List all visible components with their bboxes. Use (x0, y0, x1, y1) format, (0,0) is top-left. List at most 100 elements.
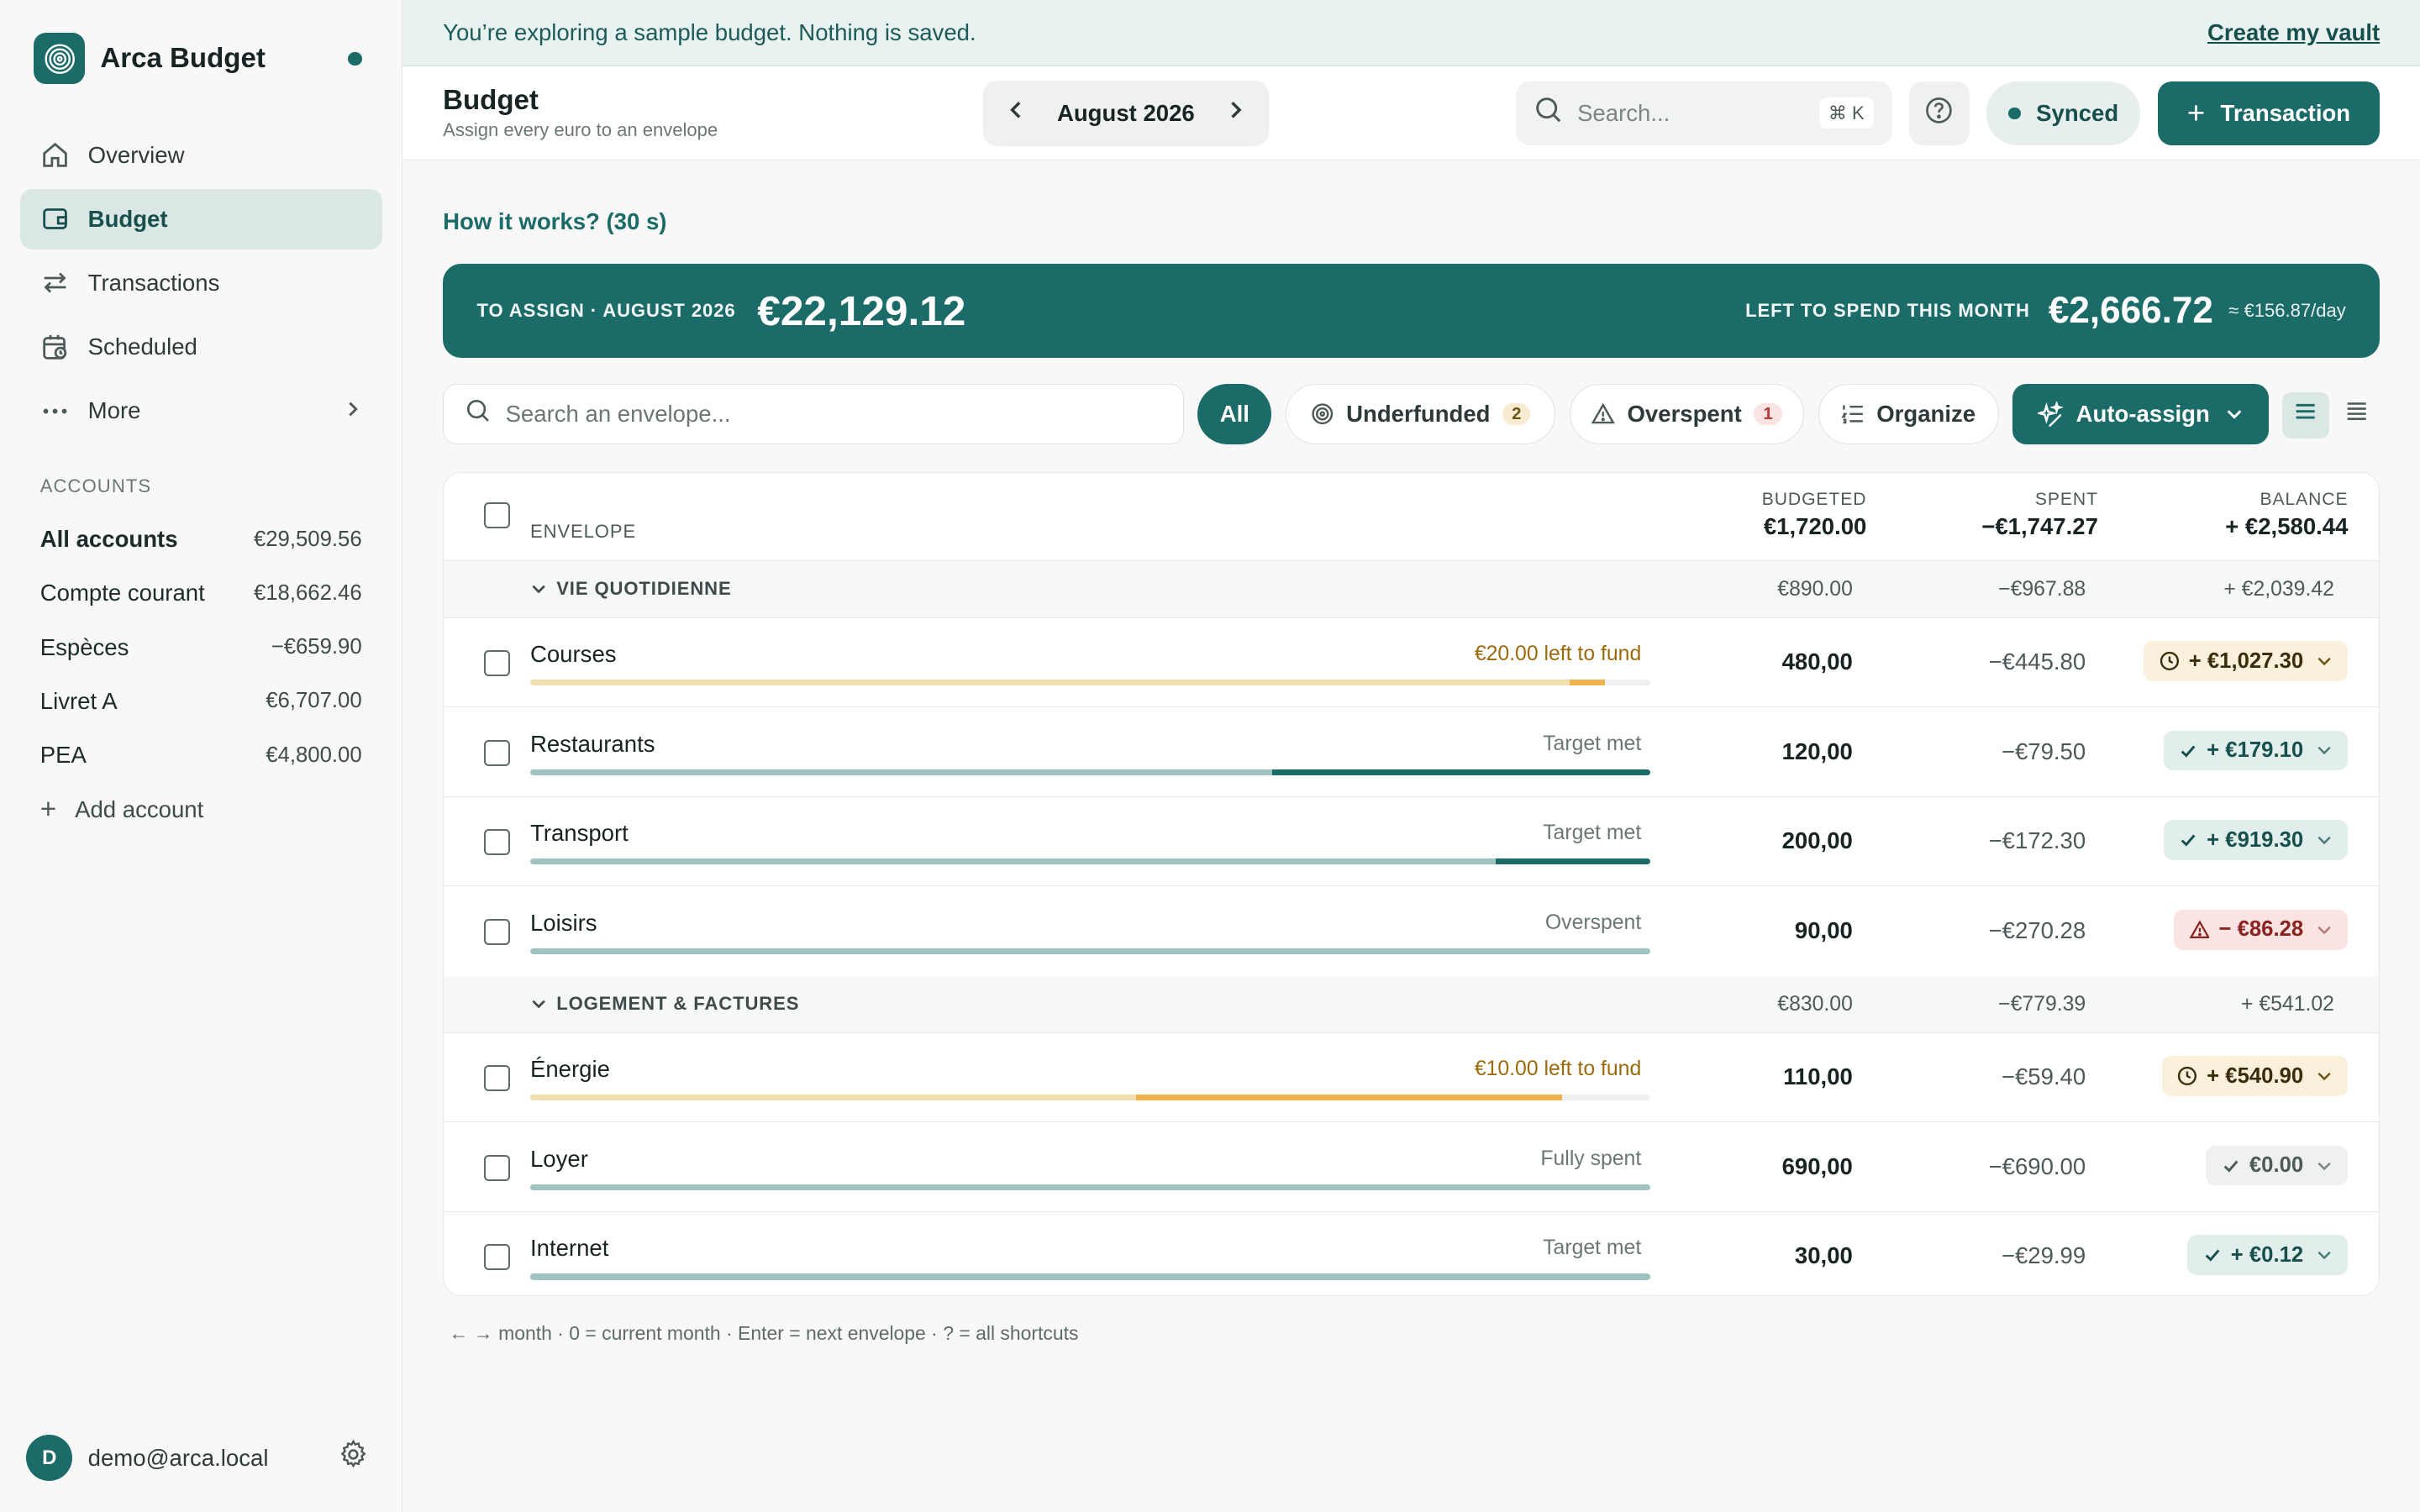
help-button[interactable] (1908, 81, 1970, 145)
row-checkbox[interactable] (483, 1244, 511, 1271)
progress-base (529, 1095, 1137, 1101)
row-checkbox[interactable] (483, 918, 511, 945)
filter-all-button[interactable]: All (1197, 384, 1272, 444)
sidebar-item-budget[interactable]: Budget (19, 188, 382, 249)
account-balance: −€659.90 (271, 635, 362, 659)
envelope-row[interactable]: Transport Target met 200,00 −€172.30 + €919.… (444, 797, 2380, 887)
column-label: SPENT (2034, 490, 2098, 510)
chevron-right-icon[interactable] (1225, 99, 1247, 128)
account-all[interactable]: All accounts €29,509.56 (0, 512, 402, 566)
progress-base (529, 948, 1651, 954)
balance-chip[interactable]: + €919.30 (2163, 820, 2349, 860)
group-header[interactable]: VIE QUOTIDIENNE €890.00 −€967.88 + €2,03… (444, 560, 2380, 618)
group-header[interactable]: LOGEMENT & FACTURES €830.00 −€779.39 + €… (444, 975, 2380, 1033)
how-it-works-link[interactable]: How it works? (30 s) (443, 208, 666, 235)
view-compact-button[interactable] (2333, 392, 2380, 438)
envelope-row[interactable]: Internet Target met 30,00 −€29.99 + €0.12 (444, 1212, 2379, 1295)
balance-chip[interactable]: + €1,027.30 (2144, 641, 2349, 681)
sidebar-item-overview[interactable]: Overview (20, 125, 382, 186)
envelope-search-input[interactable]: Search an envelope... (443, 384, 1184, 444)
sidebar-item-label: Overview (87, 141, 185, 168)
plus-icon: + (2186, 95, 2206, 130)
budgeted-amount[interactable]: 110,00 (1783, 1063, 1853, 1090)
budgeted-amount[interactable]: 30,00 (1795, 1242, 1853, 1269)
budgeted-amount[interactable]: 120,00 (1782, 738, 1853, 765)
row-checkbox[interactable] (483, 650, 511, 677)
chevron-down-icon (2225, 405, 2244, 423)
sidebar-item-scheduled[interactable]: Scheduled (20, 317, 382, 377)
envelope-name: Loisirs (529, 909, 597, 936)
row-checkbox[interactable] (483, 739, 511, 766)
gear-icon[interactable] (339, 1439, 368, 1476)
balance-amount: + €1,027.30 (2188, 648, 2304, 673)
chevron-down-icon (2316, 832, 2333, 848)
group-name: LOGEMENT & FACTURES (556, 992, 800, 1014)
envelope-row[interactable]: Courses €20.00 left to fund 480,00 −€445.80… (444, 618, 2380, 708)
compact-list-icon (2344, 399, 2369, 430)
spent-amount: −€172.30 (1988, 827, 2086, 854)
sidebar-item-label: More (87, 397, 141, 424)
chevron-left-icon[interactable] (1005, 99, 1027, 128)
balance-chip[interactable]: + €540.90 (2161, 1056, 2349, 1096)
envelope-name: Loyer (529, 1145, 588, 1172)
spent-amount: −€29.99 (2001, 1242, 2086, 1269)
organize-button[interactable]: Organize (1818, 384, 1999, 444)
select-all-checkbox[interactable] (483, 501, 511, 529)
budgeted-amount[interactable]: 90,00 (1795, 917, 1853, 944)
chevron-right-icon (344, 397, 362, 424)
budgeted-amount[interactable]: 200,00 (1782, 827, 1853, 854)
envelope-toolbar: Search an envelope... All Underfunded 2 … (443, 384, 2380, 445)
spent-amount: −€690.00 (1988, 1152, 2086, 1179)
underfunded-count-badge: 2 (1502, 402, 1531, 426)
current-month[interactable]: August 2026 (1057, 100, 1195, 127)
envelope-name: Courses (529, 641, 617, 668)
accounts-heading: ACCOUNTS (39, 475, 152, 496)
status-dot (348, 51, 362, 66)
sidebar-item-transactions[interactable]: Transactions (20, 253, 382, 313)
user-menu[interactable]: D demo@arca.local (26, 1435, 368, 1482)
row-checkbox[interactable] (483, 1154, 511, 1181)
chevron-down-icon (2316, 742, 2333, 759)
filter-overspent-button[interactable]: Overspent 1 (1569, 384, 1805, 444)
balance-chip[interactable]: − €86.28 (2174, 909, 2349, 950)
filter-underfunded-button[interactable]: Underfunded 2 (1285, 384, 1556, 444)
main-content: You’re exploring a sample budget. Nothin… (402, 0, 2420, 1512)
envelope-row[interactable]: Énergie €10.00 left to fund 110,00 −€59.40 +… (444, 1033, 2380, 1123)
sidebar-item-label: Transactions (87, 269, 220, 296)
add-transaction-button[interactable]: + Transaction (2157, 81, 2381, 145)
account-livret-a[interactable]: Livret A €6,707.00 (0, 675, 402, 728)
sidebar-item-more[interactable]: More (20, 381, 382, 442)
progress-bar (529, 769, 1651, 775)
create-vault-link[interactable]: Create my vault (2207, 19, 2380, 46)
account-name: Compte courant (39, 580, 205, 606)
sample-banner: You’re exploring a sample budget. Nothin… (402, 0, 2420, 66)
column-total: −€1,747.27 (1981, 512, 2098, 539)
column-spent[interactable]: SPENT −€1,747.27 (1981, 490, 2098, 540)
view-comfortable-button[interactable] (2282, 391, 2329, 438)
account-especes[interactable]: Espèces −€659.90 (0, 621, 402, 675)
account-compte-courant[interactable]: Compte courant €18,662.46 (0, 566, 402, 620)
sidebar-nav: Overview Budget Transactions Scheduled M… (0, 118, 402, 442)
global-search[interactable]: Search... ⌘ K (1515, 81, 1892, 145)
envelope-row[interactable]: Loyer Fully spent 690,00 −€690.00 €0.00 (444, 1122, 2380, 1212)
balance-amount: + €540.90 (2207, 1063, 2304, 1088)
row-checkbox[interactable] (483, 1065, 511, 1092)
envelope-row[interactable]: Restaurants Target met 120,00 −€79.50 + €179… (444, 707, 2380, 797)
balance-chip[interactable]: + €0.12 (2187, 1235, 2349, 1275)
column-balance[interactable]: BALANCE + €2,580.44 (2225, 490, 2348, 540)
account-pea[interactable]: PEA €4,800.00 (0, 728, 402, 782)
sync-status[interactable]: Synced (1986, 81, 2141, 145)
clock-icon (2177, 1066, 2197, 1086)
row-checkbox[interactable] (483, 829, 511, 856)
balance-chip[interactable]: + €179.10 (2163, 730, 2349, 771)
progress-bar (529, 1273, 1651, 1280)
budgeted-amount[interactable]: 690,00 (1782, 1153, 1853, 1180)
column-budgeted[interactable]: BUDGETED €1,720.00 (1762, 490, 1867, 540)
balance-chip[interactable]: €0.00 (2206, 1145, 2349, 1186)
auto-assign-button[interactable]: Auto-assign (2012, 384, 2269, 444)
group-balance: + €541.02 (2240, 992, 2334, 1016)
envelope-row[interactable]: Loisirs Overspent 90,00 −€270.28 − €86.28 (444, 886, 2379, 976)
progress-bar (529, 858, 1651, 865)
add-account-button[interactable]: + Add account (0, 782, 402, 836)
budgeted-amount[interactable]: 480,00 (1782, 648, 1853, 675)
